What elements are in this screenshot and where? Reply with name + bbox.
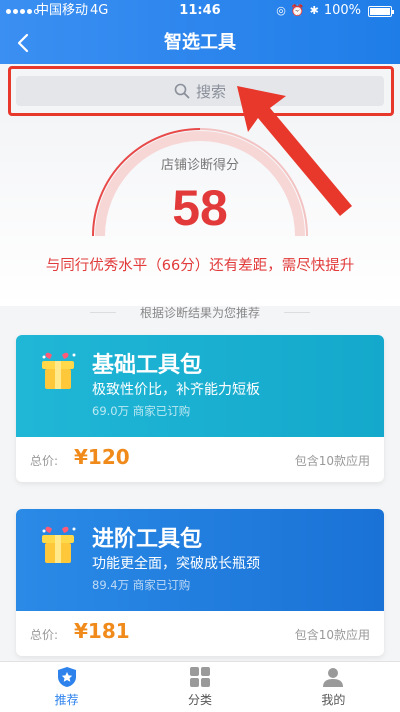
- card-title: 进阶工具包: [92, 527, 203, 552]
- price-label: 总价:: [30, 628, 59, 642]
- price-label: 总价:: [30, 454, 59, 468]
- card-footer: 总价: ¥120 包含10款应用: [16, 437, 384, 482]
- price-value: ¥181: [74, 619, 130, 643]
- tab-label: 我的: [321, 693, 346, 707]
- card-header: 基础工具包 极致性价比，补齐能力短板 69.0万 商家已订购: [16, 335, 384, 437]
- bluetooth-icon: ✱: [309, 4, 319, 17]
- tab-bar: 推荐 分类 我的: [0, 661, 400, 712]
- orientation-lock-icon: ◎: [276, 4, 286, 17]
- score-message: 与同行优秀水平（66分）还有差距，需尽快提升: [45, 258, 355, 274]
- battery-percent: 100%: [323, 3, 361, 18]
- tab-mine[interactable]: 我的: [267, 662, 400, 712]
- card-description: 功能更全面，突破成长瓶颈: [92, 556, 260, 572]
- card-header: 进阶工具包 功能更全面，突破成长瓶颈 89.4万 商家已订购: [16, 509, 384, 611]
- gift-box-icon: [42, 526, 76, 563]
- score-value: 58: [172, 180, 228, 236]
- tab-recommend[interactable]: 推荐: [0, 662, 133, 712]
- star-shield-icon: [57, 667, 76, 687]
- tab-label: 分类: [187, 693, 212, 707]
- price-value: ¥120: [74, 445, 130, 469]
- score-label: 店铺诊断得分: [160, 158, 239, 173]
- battery-icon: [368, 5, 394, 17]
- nav-bar: 智选工具: [0, 22, 400, 64]
- page-title: 智选工具: [164, 32, 236, 53]
- alarm-icon: ⏰: [290, 4, 305, 17]
- header: 中国移动 4G 11:46 ◎ ⏰ ✱ 100% 智选工具: [0, 0, 400, 64]
- user-icon: [323, 668, 344, 687]
- grid-icon: [189, 667, 210, 687]
- card-description: 极致性价比，补齐能力短板: [92, 382, 260, 398]
- tab-label: 推荐: [54, 693, 79, 707]
- app-count: 包含10款应用: [294, 628, 370, 642]
- tool-package-card-advanced[interactable]: 进阶工具包 功能更全面，突破成长瓶颈 89.4万 商家已订购 总价: ¥181 …: [16, 509, 384, 656]
- card-buyers: 89.4万 商家已订购: [92, 578, 191, 592]
- recommend-title: 根据诊断结果为您推荐: [0, 304, 400, 321]
- tab-category[interactable]: 分类: [133, 662, 266, 712]
- search-highlight-box: [8, 66, 394, 116]
- status-bar: 中国移动 4G 11:46 ◎ ⏰ ✱ 100%: [0, 0, 400, 22]
- card-title: 基础工具包: [92, 353, 203, 378]
- card-buyers: 69.0万 商家已订购: [92, 404, 191, 418]
- app-count: 包含10款应用: [294, 454, 370, 468]
- card-footer: 总价: ¥181 包含10款应用: [16, 611, 384, 656]
- gift-box-icon: [42, 352, 76, 389]
- tool-package-card-basic[interactable]: 基础工具包 极致性价比，补齐能力短板 69.0万 商家已订购 总价: ¥120 …: [16, 335, 384, 482]
